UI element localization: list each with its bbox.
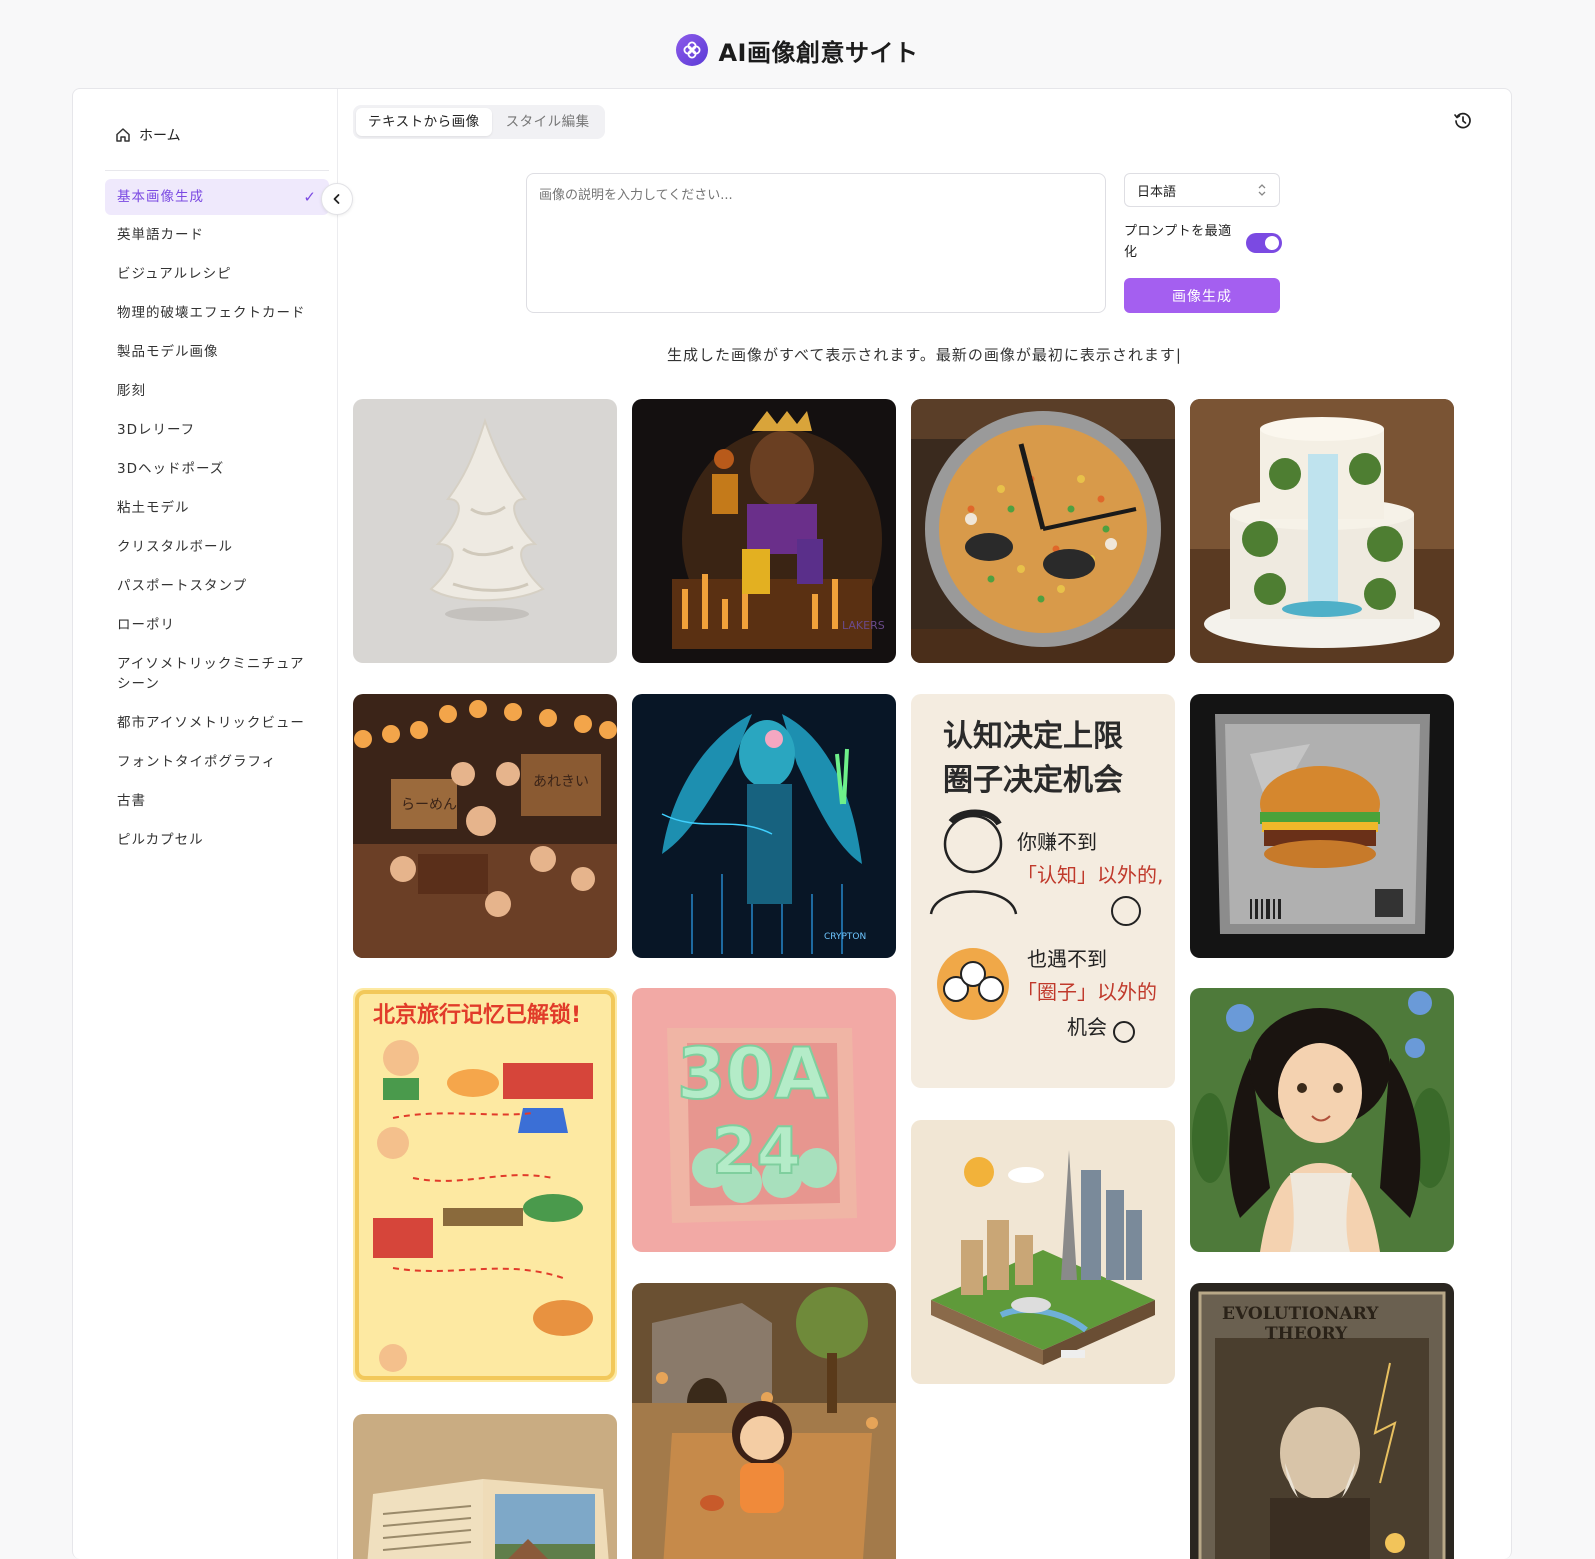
optimize-prompt-label: プロンプトを最適化 <box>1124 224 1232 260</box>
logo-text: CRYPTON <box>824 932 866 942</box>
gallery-image-watch-fried-rice[interactable] <box>911 399 1175 663</box>
sidebar-item-label: ビジュアルレシピ <box>117 266 232 282</box>
sidebar-item-label: 都市アイソメトリックビュー <box>117 715 305 731</box>
home-icon <box>116 128 130 142</box>
optimize-prompt-toggle[interactable] <box>1246 233 1282 253</box>
gallery-info-text: 生成した画像がすべて表示されます。最新の画像が最初に表示されます| <box>667 346 1182 364</box>
quote-line2-text: 圈子决定机会 <box>943 763 1123 798</box>
sidebar-item-label: アイソメトリックミニチュアシーン <box>117 656 305 692</box>
site-header: AI画像創意サイト <box>0 30 1595 70</box>
mode-tabs: テキストから画像 スタイル編集 <box>353 105 605 139</box>
sidebar-item-label: ピルカプセル <box>117 832 204 848</box>
sidebar-item-label: フォントタイポグラフィ <box>117 754 277 770</box>
sidebar-item-3d-relief[interactable]: 3Dレリーフ <box>105 420 329 440</box>
quote-line6-text: 「圈子」以外的 <box>1017 980 1157 1004</box>
sidebar-item-pill-capsule[interactable]: ピルカプセル <box>105 830 329 850</box>
sidebar-item-product-model[interactable]: 製品モデル画像 <box>105 342 329 362</box>
gallery-image-evolution-card[interactable]: EVOLUTIONARY THEORY <box>1190 1283 1454 1559</box>
sidebar-item-visual-recipe[interactable]: ビジュアルレシピ <box>105 264 329 284</box>
tab-text-to-image[interactable]: テキストから画像 <box>356 108 492 136</box>
sidebar-item-word-card[interactable]: 英単語カード <box>105 225 329 245</box>
gallery-image-old-book[interactable] <box>353 1414 617 1559</box>
gallery-image-basketball-poster[interactable]: LAKERS <box>632 399 896 663</box>
generate-image-button[interactable]: 画像生成 <box>1124 278 1280 313</box>
sidebar-item-passport-stamp[interactable]: パスポートスタンプ <box>105 576 329 596</box>
language-selected: 日本語 <box>1137 184 1177 200</box>
language-select[interactable]: 日本語 <box>1124 173 1280 207</box>
gallery-image-chibi-girl[interactable] <box>632 1283 896 1559</box>
nav-home-label: ホーム <box>139 128 181 144</box>
sidebar-item-label: 英単語カード <box>117 227 204 243</box>
sidebar: ホーム 基本画像生成 ✓ 英単語カード ビジュアルレシピ 物理的破壊エフェクトカ… <box>73 89 338 1559</box>
sidebar-item-label: クリスタルボール <box>117 539 233 555</box>
sidebar-item-old-book[interactable]: 古書 <box>105 791 329 811</box>
sidebar-item-label: 製品モデル画像 <box>117 344 219 360</box>
sidebar-item-isometric-miniature[interactable]: アイソメトリックミニチュアシーン <box>105 654 329 694</box>
sidebar-item-label: ローポリ <box>117 617 175 633</box>
stall-sign-text: らーめん <box>401 797 457 813</box>
quote-line5-text: 也遇不到 <box>1027 947 1107 971</box>
gallery-image-anime-musician[interactable]: CRYPTON <box>632 694 896 958</box>
sidebar-item-label: 3Dヘッドポーズ <box>117 461 225 477</box>
gallery-image-night-market[interactable]: らーめん あれきい <box>353 694 617 958</box>
sidebar-item-label: 3Dレリーフ <box>117 422 196 438</box>
sidebar-item-destruction-card[interactable]: 物理的破壊エフェクトカード <box>105 303 329 323</box>
collapse-sidebar-button[interactable] <box>321 183 353 215</box>
history-button[interactable] <box>1453 111 1473 131</box>
quote-line3-text: 你赚不到 <box>1017 830 1097 854</box>
gallery-image-anime-girl[interactable] <box>1190 988 1454 1252</box>
box-letters-text: 30A <box>677 1033 829 1115</box>
check-icon: ✓ <box>303 188 317 206</box>
sidebar-item-crystal-ball[interactable]: クリスタルボール <box>105 537 329 557</box>
quote-line7-text: 机会 <box>1067 1015 1107 1039</box>
poster-text: LAKERS <box>842 619 885 632</box>
sidebar-item-label: 古書 <box>117 793 146 809</box>
sidebar-item-sculpture[interactable]: 彫刻 <box>105 381 329 401</box>
sidebar-nav: 基本画像生成 ✓ 英単語カード ビジュアルレシピ 物理的破壊エフェクトカード 製… <box>105 179 329 850</box>
sidebar-item-label: 物理的破壊エフェクトカード <box>117 305 306 321</box>
logo-icon <box>676 34 709 66</box>
chevron-updown-icon <box>1258 184 1266 196</box>
prompt-input[interactable] <box>526 173 1106 313</box>
quote-line1-text: 认知决定上限 <box>943 719 1123 754</box>
sidebar-item-basic-image[interactable]: 基本画像生成 ✓ <box>105 179 329 215</box>
gallery-image-white-tree[interactable] <box>353 399 617 663</box>
gallery-image-waterfall-cake[interactable] <box>1190 399 1454 663</box>
sidebar-item-city-isometric[interactable]: 都市アイソメトリックビュー <box>105 713 329 733</box>
main-content: テキストから画像 スタイル編集 日本語 プロンプトを最適化 画像生成 生成した画… <box>338 89 1511 1559</box>
nav-home[interactable]: ホーム <box>115 125 181 145</box>
quote-line4-text: 「认知」以外的, <box>1017 863 1163 887</box>
chevron-left-icon <box>333 194 340 204</box>
site-title: AI画像創意サイト <box>718 38 919 67</box>
main-panel: ホーム 基本画像生成 ✓ 英単語カード ビジュアルレシピ 物理的破壊エフェクトカ… <box>72 88 1512 1559</box>
sidebar-item-clay-model[interactable]: 粘土モデル <box>105 498 329 518</box>
card-title-line2: THEORY <box>1265 1324 1348 1344</box>
gallery-image-mint-letters[interactable]: 30A 24 <box>632 988 896 1252</box>
sidebar-item-font-typography[interactable]: フォントタイポグラフィ <box>105 752 329 772</box>
sidebar-item-label: パスポートスタンプ <box>117 578 248 594</box>
gallery-image-beijing-map[interactable]: 北京旅行记忆已解锁! <box>353 988 617 1382</box>
box-letters-text: 24 <box>712 1115 801 1189</box>
sidebar-item-label: 彫刻 <box>117 383 146 399</box>
gallery-image-burger-pouch[interactable] <box>1190 694 1454 958</box>
sidebar-item-3d-head-pose[interactable]: 3Dヘッドポーズ <box>105 459 329 479</box>
stall-sign-text: あれきい <box>533 774 589 790</box>
tab-style-edit[interactable]: スタイル編集 <box>494 108 602 136</box>
divider <box>105 170 329 171</box>
sidebar-item-low-poly[interactable]: ローポリ <box>105 615 329 635</box>
gallery-image-chinese-quote[interactable]: 认知决定上限 圈子决定机会 你赚不到 「认知」以外的, 也遇不到 「圈子」以外的… <box>911 694 1175 1088</box>
poster-title-text: 北京旅行记忆已解锁! <box>373 1002 581 1028</box>
image-gallery: らーめん あれきい 北京旅行记忆已解锁! LAKERS CRYPTON 30A … <box>353 399 1454 1559</box>
card-title-line1: EVOLUTIONARY <box>1222 1304 1379 1324</box>
gallery-image-isometric-city[interactable] <box>911 1120 1175 1384</box>
sidebar-item-label: 粘土モデル <box>117 500 190 516</box>
sidebar-item-label: 基本画像生成 <box>117 189 204 205</box>
history-icon <box>1454 112 1471 129</box>
